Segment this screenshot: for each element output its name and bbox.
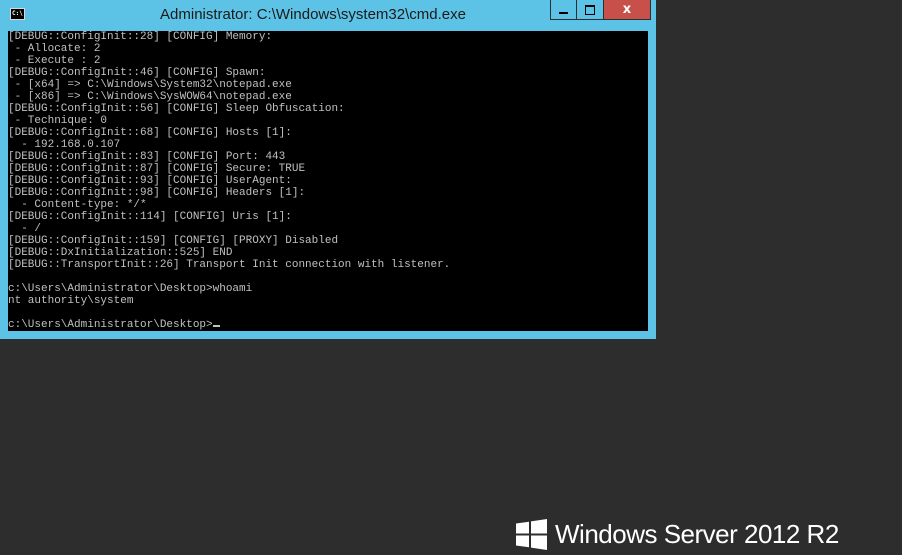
console-line: [DEBUG::ConfigInit::93] [CONFIG] UserAge… (8, 175, 292, 187)
console-line: [DEBUG::DxInitialization::525] END (8, 247, 233, 259)
console-line: c:\Users\Administrator\Desktop>whoami (8, 283, 253, 295)
console-text: [DEBUG::ConfigInit::28] [CONFIG] Memory:… (8, 31, 648, 331)
window-title-text: Administrator: C:\Windows\system32\cmd.e… (160, 6, 466, 23)
console-line: - Content-type: */* (8, 199, 147, 211)
maximize-button[interactable] (577, 0, 604, 20)
console-line: - Technique: 0 (8, 115, 108, 127)
console-line: [DEBUG::ConfigInit::114] [CONFIG] Uris [… (8, 211, 292, 223)
console-line: - 192.168.0.107 (8, 139, 121, 151)
console-output[interactable]: [DEBUG::ConfigInit::28] [CONFIG] Memory:… (8, 31, 648, 331)
console-line: [DEBUG::ConfigInit::159] [CONFIG] [PROXY… (8, 235, 339, 247)
console-line: [DEBUG::ConfigInit::83] [CONFIG] Port: 4… (8, 151, 286, 163)
console-line: [DEBUG::ConfigInit::28] [CONFIG] Memory: (8, 31, 273, 43)
console-line: [DEBUG::ConfigInit::68] [CONFIG] Hosts [… (8, 127, 292, 139)
console-line: - [x64] => C:\Windows\System32\notepad.e… (8, 79, 292, 91)
cmd-window[interactable]: C:\. Administrator: C:\Windows\system32\… (0, 0, 656, 339)
text-cursor (212, 325, 220, 327)
console-line: - [x86] => C:\Windows\SysWOW64\notepad.e… (8, 91, 292, 103)
console-line: - / (8, 223, 42, 235)
console-line: nt authority\system (8, 295, 134, 307)
close-button[interactable]: x (604, 0, 651, 20)
windows-logo-icon (516, 518, 547, 550)
minimize-button[interactable] (550, 0, 577, 20)
branding-text: Windows Server 2012 R2 (555, 518, 839, 549)
console-line: [DEBUG::ConfigInit::98] [CONFIG] Headers… (8, 187, 306, 199)
maximize-icon (585, 4, 595, 15)
title-bar[interactable]: C:\. Administrator: C:\Windows\system32\… (0, 0, 656, 31)
console-line: [DEBUG::ConfigInit::56] [CONFIG] Sleep O… (8, 103, 345, 115)
console-line: - Execute : 2 (8, 55, 101, 67)
console-prompt: c:\Users\Administrator\Desktop> (8, 319, 213, 331)
console-line: [DEBUG::TransportInit::26] Transport Ini… (8, 259, 451, 271)
console-prompt-line[interactable]: c:\Users\Administrator\Desktop> (8, 319, 648, 331)
console-line: - Allocate: 2 (8, 43, 101, 55)
os-branding: Windows Server 2012 R2 (516, 518, 839, 550)
console-line: [DEBUG::ConfigInit::87] [CONFIG] Secure:… (8, 163, 306, 175)
minimize-icon (559, 11, 568, 14)
close-icon: x (622, 2, 632, 17)
console-line: [DEBUG::ConfigInit::46] [CONFIG] Spawn: (8, 67, 266, 79)
windows-logo-svg (516, 518, 547, 550)
